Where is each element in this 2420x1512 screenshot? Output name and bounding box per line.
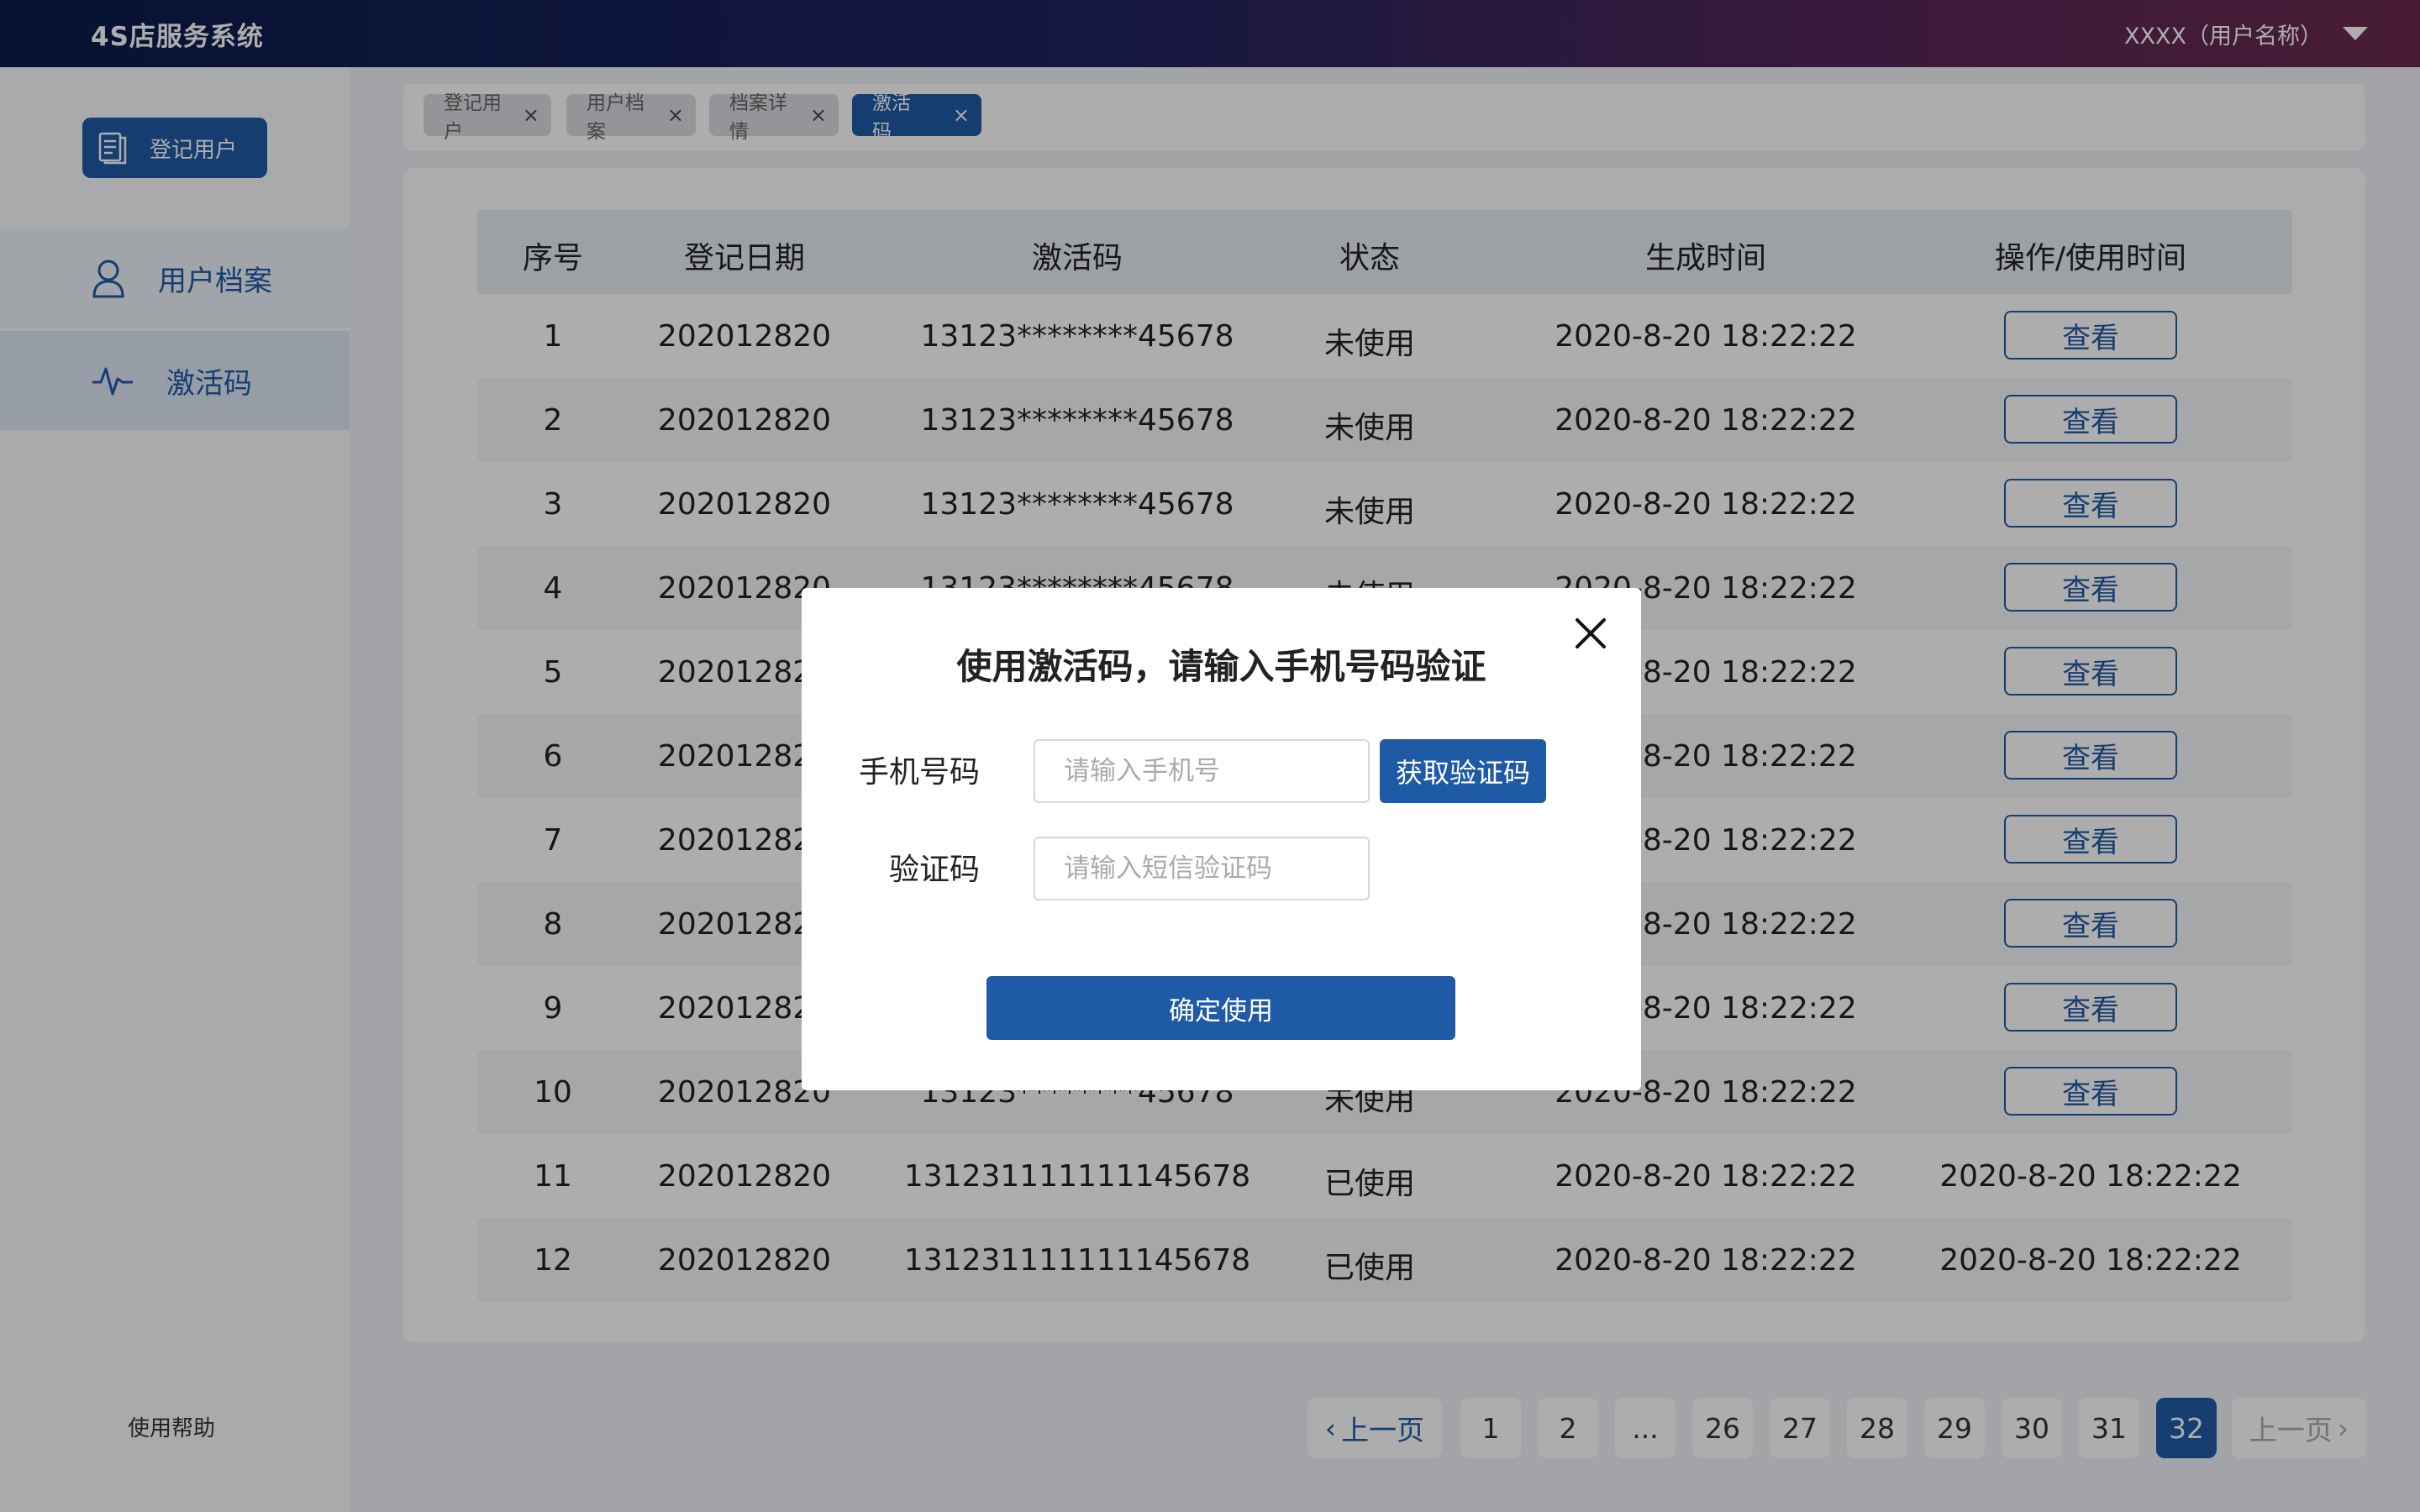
close-icon[interactable]: [1572, 615, 1609, 652]
phone-label: 手机号码: [858, 755, 980, 790]
confirm-use-button[interactable]: 确定使用: [986, 976, 1455, 1040]
get-code-button[interactable]: 获取验证码: [1380, 739, 1546, 803]
code-label: 验证码: [888, 853, 980, 887]
modal-title: 使用激活码，请输入手机号码验证: [956, 646, 1486, 687]
sms-code-input[interactable]: [1034, 837, 1370, 900]
phone-input[interactable]: [1034, 739, 1370, 803]
verify-modal: 使用激活码，请输入手机号码验证 手机号码 获取验证码 验证码 确定使用: [802, 588, 1641, 1090]
